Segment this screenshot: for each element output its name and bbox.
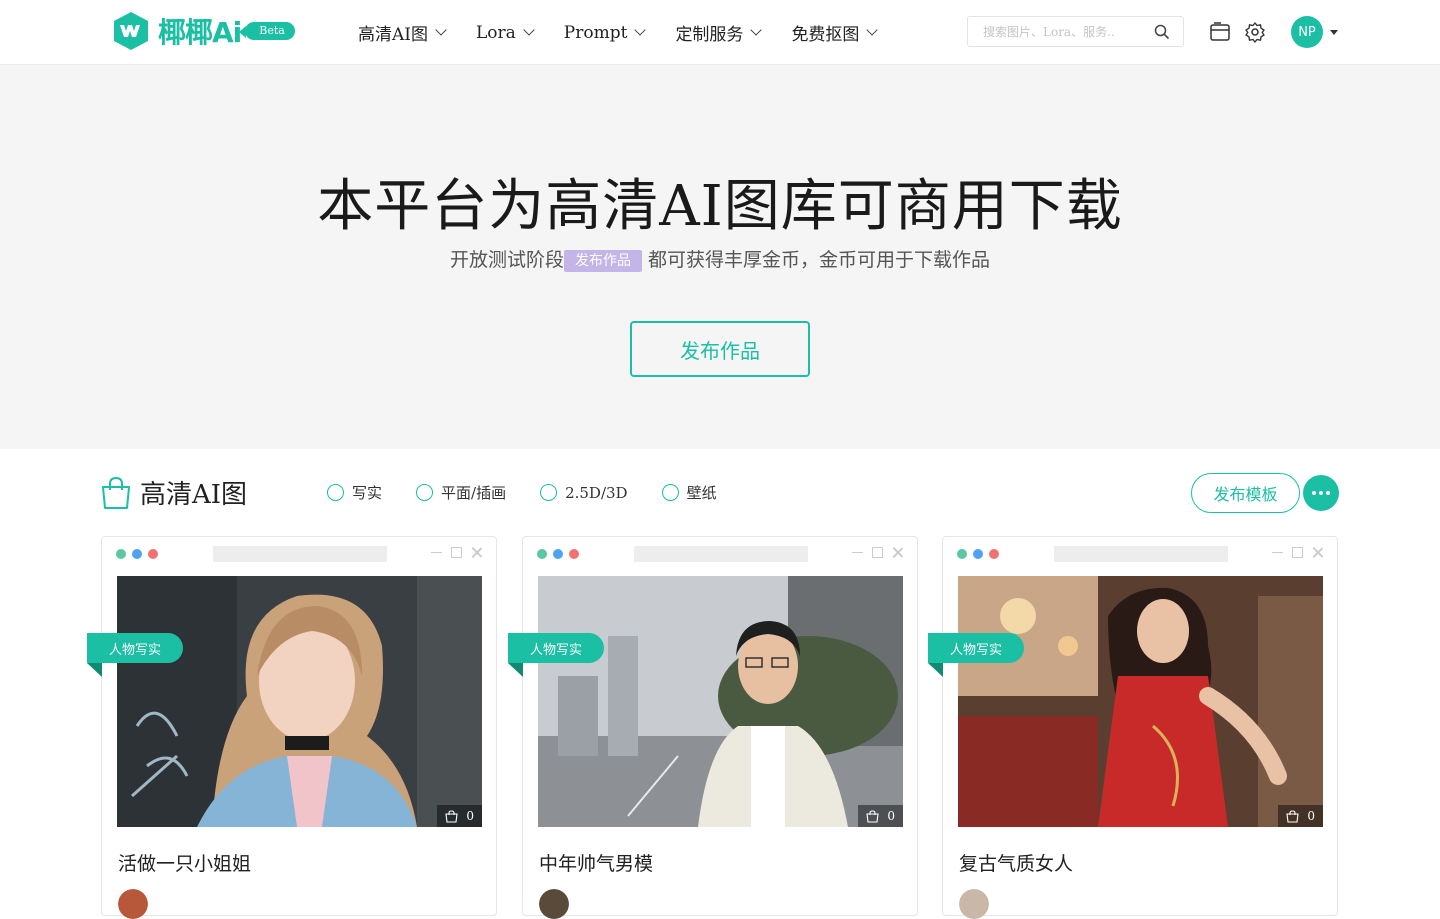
window-bar xyxy=(634,546,808,562)
filter-flat-illustration[interactable]: 平面/插画 xyxy=(416,482,506,503)
card-image[interactable]: 0 xyxy=(958,576,1323,827)
caret-down-icon[interactable] xyxy=(1330,30,1338,35)
card-title[interactable]: 中年帅气男模 xyxy=(539,849,653,876)
window-controls xyxy=(431,547,482,558)
purchase-count: 0 xyxy=(858,805,903,827)
hero-subtitle: 开放测试阶段 发布作品 都可获得丰厚金币，金币可用于下载作品 xyxy=(0,245,1440,272)
main-nav: 高清AI图 Lora Prompt 定制服务 免费抠图 xyxy=(358,20,907,45)
top-header: 椰椰Ai Beta 高清AI图 Lora Prompt 定制服务 免费抠图 NP xyxy=(0,0,1440,65)
window-bar xyxy=(213,546,387,562)
logo-mark-icon xyxy=(114,12,148,50)
filter-25d-3d[interactable]: 2.5D/3D xyxy=(540,482,628,503)
nav-hd-ai-images[interactable]: 高清AI图 xyxy=(358,20,447,45)
image-card[interactable]: 0 人物写实 中年帅气男模 xyxy=(508,536,918,919)
window-bar xyxy=(1054,546,1228,562)
filter-wallpaper[interactable]: 壁纸 xyxy=(661,482,717,503)
chevron-down-icon xyxy=(634,24,647,36)
chevron-down-icon xyxy=(523,24,535,36)
nav-custom-service[interactable]: 定制服务 xyxy=(675,20,763,45)
chevron-down-icon xyxy=(750,24,763,36)
nav-prompt[interactable]: Prompt xyxy=(563,20,647,45)
card-title[interactable]: 复古气质女人 xyxy=(959,849,1073,876)
bag-icon xyxy=(866,809,879,823)
window-controls xyxy=(852,547,903,558)
purchase-count: 0 xyxy=(1278,805,1323,827)
nav-free-cutout[interactable]: 免费抠图 xyxy=(791,20,879,45)
window-dots xyxy=(957,549,999,559)
radio-icon xyxy=(661,484,679,501)
category-filters: 写实 平面/插画 2.5D/3D 壁纸 xyxy=(327,482,751,503)
publish-work-button[interactable]: 发布作品 xyxy=(630,321,810,377)
nav-lora[interactable]: Lora xyxy=(476,20,535,45)
author-avatar[interactable] xyxy=(118,889,148,919)
card-image[interactable]: 0 xyxy=(538,576,903,827)
purchase-count-value: 0 xyxy=(1307,809,1315,823)
purchase-count-value: 0 xyxy=(887,809,895,823)
purchase-count-value: 0 xyxy=(466,809,474,823)
ribbon-fold xyxy=(87,663,102,677)
author-avatar[interactable] xyxy=(539,889,569,919)
window-dots xyxy=(537,549,579,559)
window-controls xyxy=(1272,547,1323,558)
search-icon[interactable] xyxy=(1154,24,1170,40)
image-card[interactable]: 0 人物写实 复古气质女人 xyxy=(928,536,1338,919)
ribbon-fold xyxy=(508,663,523,677)
more-icon[interactable] xyxy=(1303,475,1339,511)
radio-icon xyxy=(327,484,344,501)
user-avatar[interactable]: NP xyxy=(1291,16,1323,48)
gear-icon[interactable] xyxy=(1244,21,1266,43)
radio-icon xyxy=(540,484,558,501)
category-ribbon: 人物写实 xyxy=(928,633,1025,663)
nav-label: Lora xyxy=(476,22,516,43)
brand-name: 椰椰Ai xyxy=(158,16,242,49)
shopping-bag-icon xyxy=(102,476,130,509)
publish-template-button[interactable]: 发布模板 xyxy=(1191,473,1300,513)
category-ribbon: 人物写实 xyxy=(87,633,184,663)
hero-banner: 本平台为高清AI图库可商用下载 开放测试阶段 发布作品 都可获得丰厚金币，金币可用于… xyxy=(0,65,1440,449)
filter-label: 平面/插画 xyxy=(441,484,507,502)
purchase-count: 0 xyxy=(437,805,482,827)
nav-label: 高清AI图 xyxy=(358,25,428,45)
hero-title: 本平台为高清AI图库可商用下载 xyxy=(317,174,1123,239)
hero-sub-text-after: 都可获得丰厚金币，金币可用于下载作品 xyxy=(648,249,991,271)
category-ribbon: 人物写实 xyxy=(508,633,605,663)
search-input[interactable] xyxy=(968,17,1148,46)
ribbon-fold xyxy=(928,663,943,677)
hero-sub-text: 开放测试阶段 xyxy=(449,249,564,271)
filter-realistic[interactable]: 写实 xyxy=(327,482,382,503)
chevron-down-icon xyxy=(866,24,879,36)
chevron-down-icon xyxy=(435,24,447,36)
section-header: 高清AI图 xyxy=(100,474,247,511)
nav-label: 定制服务 xyxy=(675,25,744,45)
brand-logo[interactable]: 椰椰Ai Beta xyxy=(110,10,295,52)
section-title: 高清AI图 xyxy=(140,480,248,510)
filter-label: 2.5D/3D xyxy=(565,483,628,502)
card-title[interactable]: 活做一只小姐姐 xyxy=(118,849,251,876)
beta-badge: Beta xyxy=(239,22,295,40)
search-box xyxy=(967,16,1184,47)
card-image[interactable]: 0 xyxy=(117,576,482,827)
author-avatar[interactable] xyxy=(959,889,989,919)
filter-label: 写实 xyxy=(352,484,383,502)
bag-icon xyxy=(445,809,458,823)
nav-label: 免费抠图 xyxy=(791,25,860,45)
radio-icon xyxy=(416,484,434,501)
bag-icon xyxy=(1286,809,1299,823)
window-dots xyxy=(116,549,158,559)
folder-icon[interactable] xyxy=(1209,21,1231,43)
filter-label: 壁纸 xyxy=(686,484,717,502)
nav-label: Prompt xyxy=(563,22,628,43)
publish-tag: 发布作品 xyxy=(564,250,642,272)
image-card[interactable]: 0 人物写实 活做一只小姐姐 xyxy=(87,536,497,919)
